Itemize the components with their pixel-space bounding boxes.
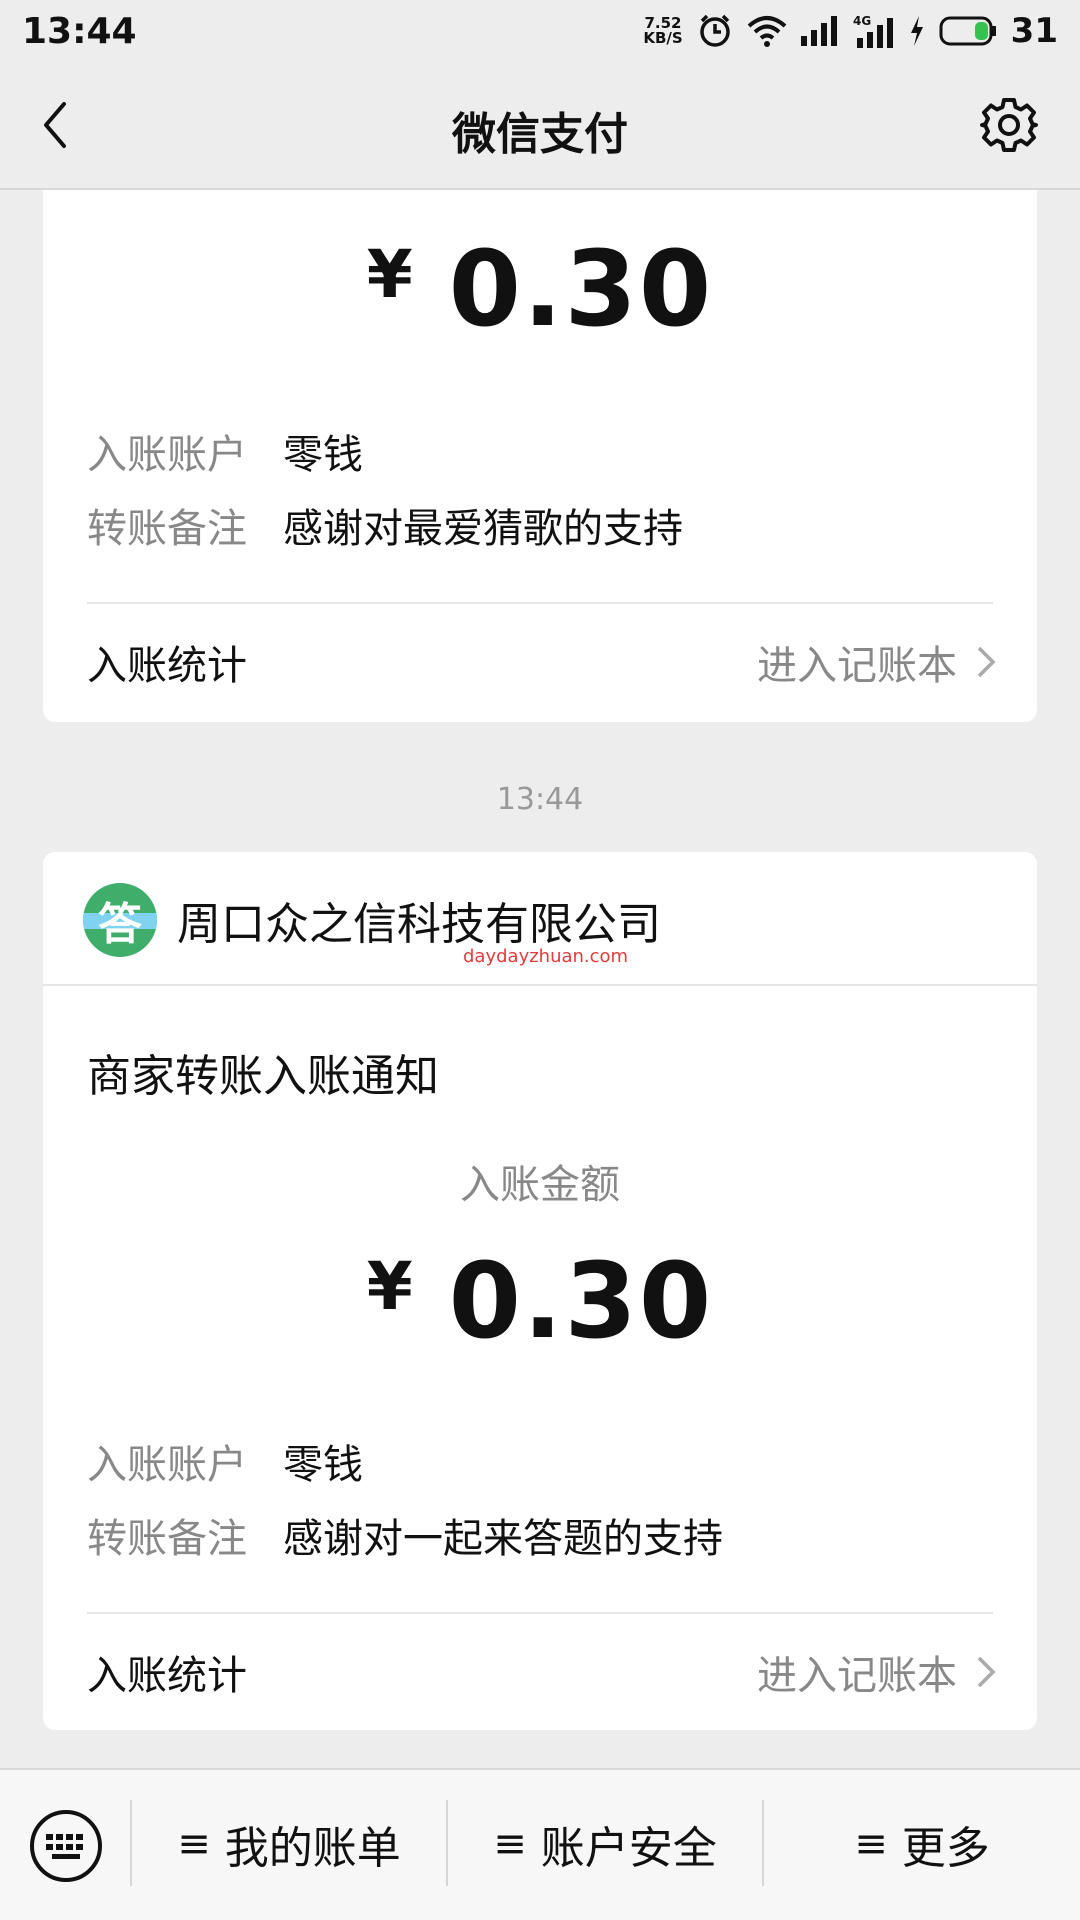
svg-text:4G: 4G <box>853 14 871 28</box>
menu-icon: ≡ <box>177 1821 211 1867</box>
watermark-text: daydayzhuan.com <box>463 946 629 967</box>
battery-level: 31 <box>1010 11 1058 51</box>
remark-row: 转账备注 感谢对最爱猜歌的支持 <box>87 496 683 554</box>
notice-title: 商家转账入账通知 <box>87 1051 439 1102</box>
menu-label: 账户安全 <box>540 1823 717 1874</box>
remark-row: 转账备注 感谢对一起来答题的支持 <box>87 1506 723 1564</box>
menu-account-security[interactable]: ≡ 账户安全 <box>448 1814 762 1874</box>
account-label: 入账账户 <box>87 432 247 478</box>
keyboard-icon <box>30 1810 102 1882</box>
signal-4g-icon: 4G <box>853 14 895 48</box>
stats-label: 入账统计 <box>87 643 247 689</box>
menu-label: 更多 <box>901 1823 990 1874</box>
ledger-link[interactable]: 进入记账本 <box>757 633 997 691</box>
signal-icon <box>800 16 839 46</box>
menu-icon: ≡ <box>493 1821 527 1867</box>
status-time: 13:44 <box>22 10 137 52</box>
ledger-link-label: 进入记账本 <box>757 643 957 689</box>
network-speed-unit: KB/S <box>643 29 683 47</box>
merchant-logo: 答 <box>83 883 157 957</box>
page-title: 微信支付 <box>452 109 628 160</box>
network-speed: 7.52 KB/S <box>643 16 682 46</box>
header-divider <box>43 984 1037 986</box>
currency-symbol: ¥ <box>366 236 413 313</box>
gear-icon <box>980 98 1038 152</box>
wifi-icon <box>747 14 787 48</box>
stats-row[interactable]: 入账统计 进入记账本 <box>87 632 997 692</box>
transfer-card-2[interactable]: 答 周口众之信科技有限公司 daydayzhuan.com 商家转账入账通知 入… <box>43 852 1037 1730</box>
remark-label: 转账备注 <box>87 506 247 552</box>
battery-icon <box>939 16 997 46</box>
keyboard-toggle-button[interactable] <box>28 1808 104 1884</box>
remark-value: 感谢对一起来答题的支持 <box>283 1516 723 1562</box>
chevron-right-icon <box>977 646 996 678</box>
message-timestamp: 13:44 <box>496 782 584 817</box>
ledger-link-label: 进入记账本 <box>757 1653 957 1699</box>
menu-label: 我的账单 <box>224 1823 401 1874</box>
amount-label: 入账金额 <box>460 1162 620 1208</box>
amount-value: 0.30 <box>448 1240 714 1362</box>
amount-display: ¥0.30 <box>43 1240 1037 1362</box>
ledger-link[interactable]: 进入记账本 <box>757 1643 997 1701</box>
status-bar: 13:44 7.52 KB/S 4G 31 <box>0 0 1080 62</box>
settings-button[interactable] <box>980 96 1038 154</box>
merchant-name: 周口众之信科技有限公司 <box>177 899 661 950</box>
divider <box>87 1612 993 1614</box>
account-value: 零钱 <box>283 1442 363 1488</box>
menu-my-bills[interactable]: ≡ 我的账单 <box>132 1814 446 1874</box>
chevron-right-icon <box>977 1656 996 1688</box>
alarm-icon <box>697 13 733 49</box>
account-label: 入账账户 <box>87 1442 247 1488</box>
amount-display: ¥0.30 <box>43 228 1037 350</box>
charging-icon <box>909 16 925 46</box>
stats-row[interactable]: 入账统计 进入记账本 <box>87 1642 997 1702</box>
transfer-card-1: ¥0.30 入账账户 零钱 转账备注 感谢对最爱猜歌的支持 入账统计 进入记账本 <box>43 190 1037 722</box>
stats-label: 入账统计 <box>87 1653 247 1699</box>
remark-value: 感谢对最爱猜歌的支持 <box>283 506 683 552</box>
menu-icon: ≡ <box>854 1821 888 1867</box>
status-icons: 7.52 KB/S 4G 31 <box>643 11 1058 51</box>
logo-char: 答 <box>98 899 142 950</box>
divider <box>87 602 993 604</box>
currency-symbol: ¥ <box>366 1248 413 1325</box>
account-row: 入账账户 零钱 <box>87 422 363 480</box>
nav-bar: 微信支付 <box>0 62 1080 190</box>
amount-value: 0.30 <box>448 228 714 350</box>
menu-more[interactable]: ≡ 更多 <box>764 1814 1080 1874</box>
remark-label: 转账备注 <box>87 1516 247 1562</box>
bottom-menu-bar: ≡ 我的账单 ≡ 账户安全 ≡ 更多 <box>0 1768 1080 1920</box>
account-row: 入账账户 零钱 <box>87 1432 363 1490</box>
account-value: 零钱 <box>283 432 363 478</box>
